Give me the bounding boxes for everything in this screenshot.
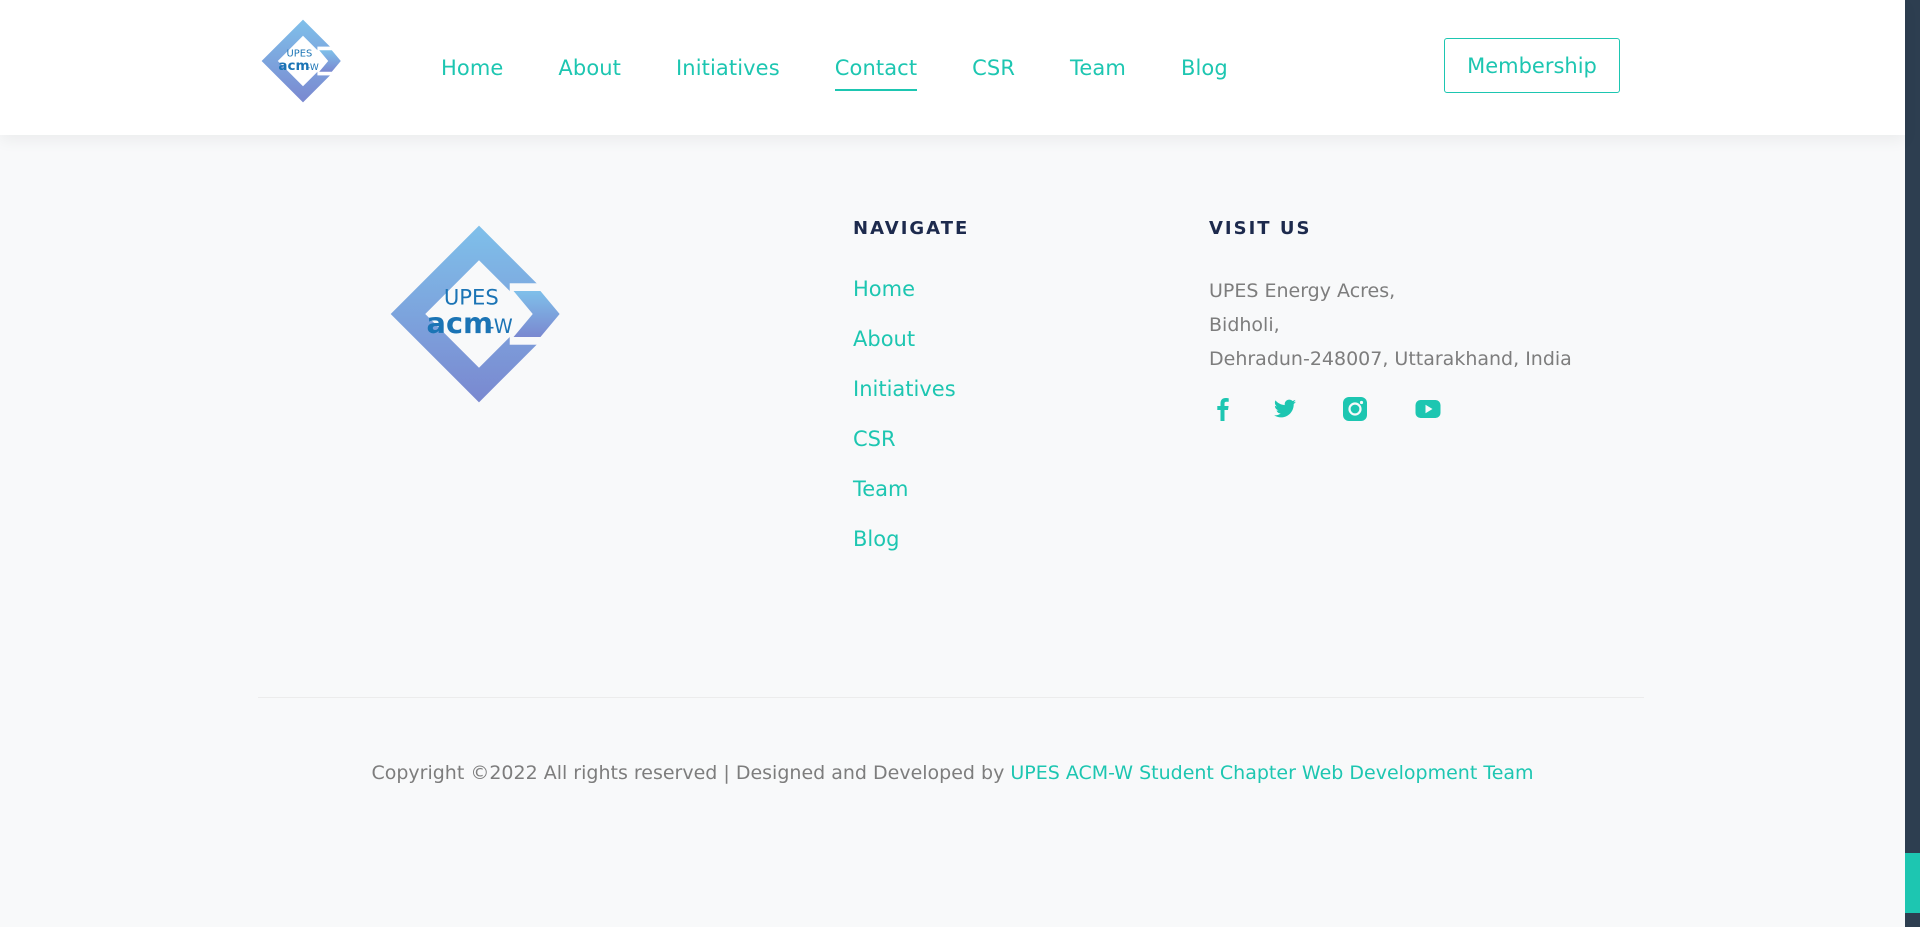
footer-nav: Home About Initiatives CSR Team Blog	[853, 274, 956, 574]
svg-text:-W: -W	[307, 63, 319, 73]
scrollbar[interactable]	[1905, 0, 1920, 927]
svg-text:acm: acm	[427, 306, 494, 340]
navigate-heading: NAVIGATE	[853, 218, 970, 239]
nav-csr[interactable]: CSR	[972, 56, 1015, 80]
youtube-icon[interactable]	[1414, 395, 1442, 423]
nav-home[interactable]: Home	[441, 56, 503, 80]
nav-team[interactable]: Team	[1070, 56, 1126, 80]
nav-blog[interactable]: Blog	[1181, 56, 1228, 80]
svg-text:-W: -W	[488, 315, 513, 338]
footer-link-csr[interactable]: CSR	[853, 424, 956, 474]
twitter-icon[interactable]	[1271, 395, 1299, 423]
header-logo[interactable]: UPES acm -W	[258, 16, 348, 106]
footer-logo[interactable]: UPES acm -W	[383, 218, 575, 410]
footer-divider	[258, 697, 1644, 698]
nav-about[interactable]: About	[558, 56, 621, 80]
nav-contact[interactable]: Contact	[834, 56, 918, 91]
footer-link-about[interactable]: About	[853, 324, 956, 374]
credit-link[interactable]: UPES ACM-W Student Chapter Web Developme…	[1010, 762, 1533, 784]
footer-link-home[interactable]: Home	[853, 274, 956, 324]
visit-us-heading: VISIT US	[1209, 218, 1312, 239]
address: UPES Energy Acres, Bidholi, Dehradun-248…	[1209, 274, 1572, 376]
main-nav: Home About Initiatives Contact CSR Team …	[441, 0, 1283, 135]
nav-initiatives[interactable]: Initiatives	[676, 56, 780, 80]
footer-link-initiatives[interactable]: Initiatives	[853, 374, 956, 424]
address-line: Bidholi,	[1209, 314, 1280, 336]
svg-text:acm: acm	[278, 58, 309, 74]
footer-link-team[interactable]: Team	[853, 474, 956, 524]
copyright-text: Copyright ©2022 All rights reserved | De…	[371, 762, 1011, 784]
address-line: Dehradun-248007, Uttarakhand, India	[1209, 348, 1572, 370]
copyright: Copyright ©2022 All rights reserved | De…	[0, 762, 1905, 784]
site-header: UPES acm -W Home About Initiatives Conta…	[0, 0, 1905, 135]
facebook-icon[interactable]	[1209, 395, 1237, 423]
address-line: UPES Energy Acres,	[1209, 280, 1396, 302]
instagram-icon[interactable]	[1341, 395, 1369, 423]
footer-link-blog[interactable]: Blog	[853, 524, 956, 574]
membership-button[interactable]: Membership	[1444, 38, 1620, 93]
scrollbar-thumb[interactable]	[1905, 853, 1920, 913]
